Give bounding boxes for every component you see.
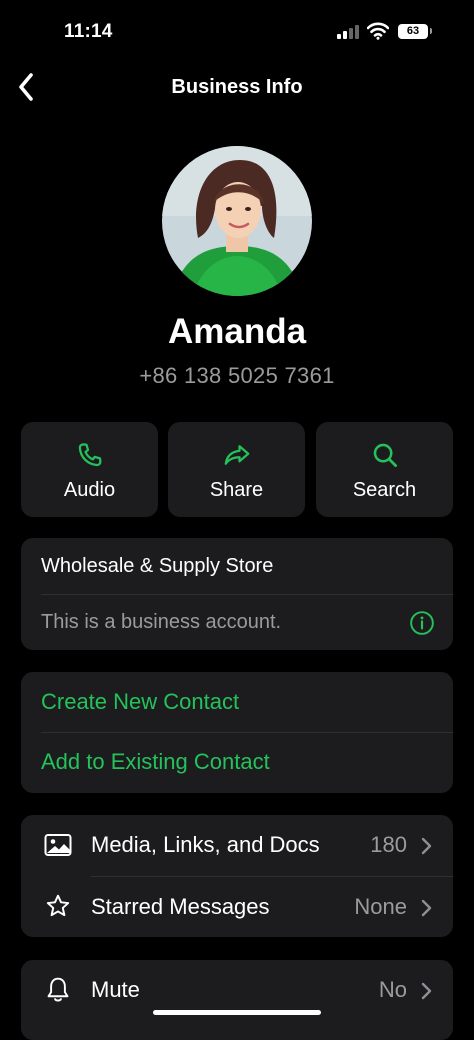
phone-icon bbox=[78, 443, 101, 467]
settings-section-card: Mute No bbox=[21, 960, 453, 1040]
divider bbox=[41, 594, 453, 595]
battery-cap bbox=[430, 28, 432, 34]
chevron-right-icon bbox=[421, 899, 432, 917]
share-label: Share bbox=[209, 479, 264, 501]
contact-name: Amanda bbox=[167, 312, 307, 351]
search-button[interactable]: Search bbox=[316, 422, 453, 517]
info-icon[interactable] bbox=[409, 610, 435, 636]
status-bar: 11:14 63 bbox=[0, 0, 474, 60]
cellular-signal-icon bbox=[337, 25, 361, 39]
share-arrow-icon bbox=[224, 445, 249, 465]
contact-phone: +86 138 5025 7361 bbox=[139, 363, 335, 388]
divider bbox=[41, 732, 453, 733]
add-to-existing-contact-button[interactable]: Add to Existing Contact bbox=[41, 749, 270, 775]
starred-messages-label: Starred Messages bbox=[91, 894, 270, 919]
create-new-contact-button[interactable]: Create New Contact bbox=[41, 689, 239, 715]
status-time: 11:14 bbox=[64, 21, 113, 42]
media-section-card: Media, Links, and Docs 180 Starred Messa… bbox=[21, 815, 453, 937]
business-info-card: Wholesale & Supply Store This is a busin… bbox=[21, 538, 453, 650]
media-links-docs-label: Media, Links, and Docs bbox=[91, 832, 320, 857]
search-icon bbox=[373, 443, 397, 467]
battery-icon: 63 bbox=[398, 24, 428, 39]
bell-icon bbox=[47, 977, 69, 1002]
contact-options-card: Create New Contact Add to Existing Conta… bbox=[21, 672, 453, 793]
chevron-right-icon bbox=[421, 982, 432, 1000]
photo-icon bbox=[44, 834, 72, 856]
page-title: Business Info bbox=[171, 76, 303, 98]
home-indicator[interactable] bbox=[153, 1010, 321, 1015]
audio-label: Audio bbox=[63, 479, 116, 501]
chevron-right-icon bbox=[421, 837, 432, 855]
star-icon bbox=[46, 894, 70, 917]
starred-messages-row[interactable]: Starred Messages None bbox=[21, 877, 453, 937]
business-category: Wholesale & Supply Store bbox=[41, 555, 274, 577]
profile-photo bbox=[162, 146, 312, 296]
media-count: 180 bbox=[370, 832, 407, 857]
mute-value: No bbox=[378, 977, 407, 1002]
avatar[interactable] bbox=[162, 146, 312, 296]
share-button[interactable]: Share bbox=[168, 422, 305, 517]
wifi-icon bbox=[367, 22, 389, 40]
mute-label: Mute bbox=[91, 977, 140, 1002]
starred-messages-value: None bbox=[354, 894, 407, 919]
nav-bar: Business Info bbox=[0, 60, 474, 114]
search-label: Search bbox=[352, 479, 417, 501]
audio-call-button[interactable]: Audio bbox=[21, 422, 158, 517]
business-account-note: This is a business account. bbox=[41, 611, 282, 633]
media-links-docs-row[interactable]: Media, Links, and Docs 180 bbox=[21, 815, 453, 876]
